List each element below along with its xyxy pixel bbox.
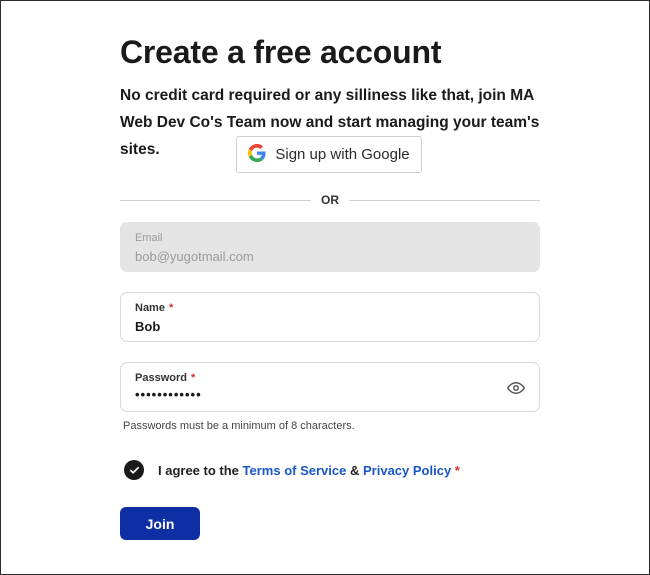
password-required-mark: * (190, 372, 196, 384)
google-icon (248, 143, 266, 166)
password-field[interactable]: Password * •••••••••••• (120, 362, 540, 412)
eye-icon[interactable] (506, 379, 526, 397)
name-field[interactable]: Name * Bob (120, 292, 540, 342)
divider-line-right (349, 199, 540, 201)
divider-line-left (120, 199, 311, 201)
google-signup-label: Sign up with Google (275, 146, 410, 163)
name-value: Bob (135, 319, 161, 334)
agreement-text: I agree to the Terms of Service & Privac… (158, 463, 460, 478)
divider-or-text: OR (321, 193, 339, 207)
join-button[interactable]: Join (120, 507, 200, 540)
agreement-joiner: & (349, 462, 360, 478)
email-label: Email (135, 232, 163, 244)
password-value: •••••••••••• (135, 387, 202, 402)
password-hint: Passwords must be a minimum of 8 charact… (123, 420, 355, 432)
terms-agreement: I agree to the Terms of Service & Privac… (124, 460, 460, 480)
password-label: Password * (135, 372, 196, 384)
agreement-required-mark: * (454, 462, 460, 478)
name-required-mark: * (168, 302, 174, 314)
page-title: Create a free account (120, 34, 442, 70)
google-signup-button[interactable]: Sign up with Google (236, 136, 422, 173)
agreement-prefix: I agree to the (158, 462, 239, 478)
email-field: Email bob@yugotmail.com (120, 222, 540, 272)
agree-checkbox[interactable] (124, 460, 144, 480)
or-divider: OR (120, 190, 540, 210)
privacy-policy-link[interactable]: Privacy Policy (363, 463, 451, 478)
checkmark-icon (129, 466, 139, 474)
terms-of-service-link[interactable]: Terms of Service (243, 463, 347, 478)
email-value: bob@yugotmail.com (135, 249, 254, 264)
name-label: Name * (135, 302, 174, 314)
